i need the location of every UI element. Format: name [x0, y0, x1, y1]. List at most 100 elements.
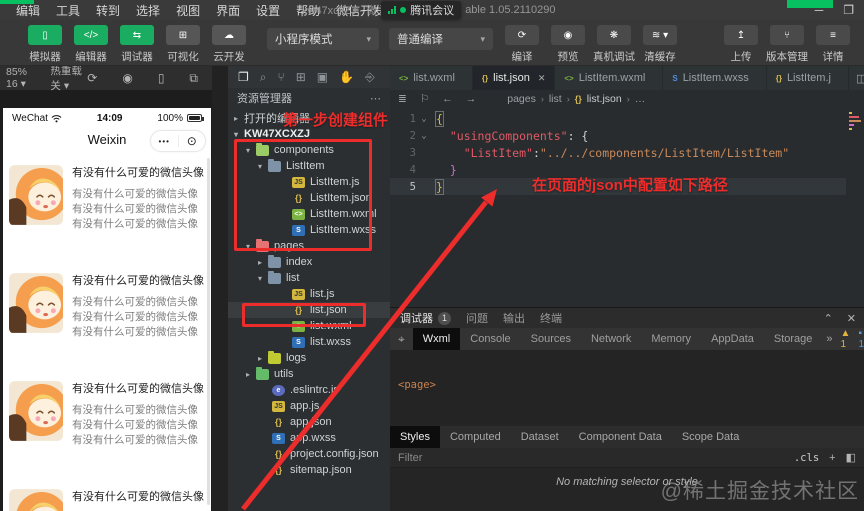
record-icon[interactable]: ◉: [122, 71, 132, 86]
tree-file-listitem-wxml[interactable]: <> ListItem.wxml: [228, 206, 390, 222]
tree-folder-list[interactable]: ▾ list: [228, 270, 390, 286]
styles-tab-scope-data[interactable]: Scope Data: [672, 426, 749, 448]
panel-tab[interactable]: 输出: [503, 310, 525, 326]
preview-button[interactable]: ◉ 预览: [545, 25, 591, 64]
scrollbar[interactable]: [207, 158, 210, 505]
tree-file-list-wxml[interactable]: <> list.wxml: [228, 318, 390, 334]
menu-item[interactable]: 设置: [248, 4, 288, 18]
list-item[interactable]: 有没有什么可爱的微信头像 有没有什么可爱的微信头像有没有什么可爱的微信头像有没有…: [3, 156, 211, 264]
collapse-icon[interactable]: ⌃: [824, 312, 833, 325]
hot-reload-toggle[interactable]: 热重载 关 ▾: [50, 63, 87, 93]
tab-debugger[interactable]: 调试器 1: [400, 310, 451, 326]
menu-item[interactable]: 转到: [88, 4, 128, 18]
meeting-overlay[interactable]: 腾讯会议: [381, 1, 462, 19]
tree-file-project-config[interactable]: {} project.config.json: [228, 446, 390, 462]
bookmark-icon[interactable]: ⚐: [420, 93, 429, 105]
files-icon[interactable]: ❐: [238, 70, 249, 85]
clear-cache-button[interactable]: ≋ ▾ 清缓存: [637, 25, 683, 64]
tab-list-wxml[interactable]: <> list.wxml: [390, 66, 473, 90]
close-icon[interactable]: ✕: [847, 312, 856, 325]
tree-file-listitem-js[interactable]: JS ListItem.js: [228, 174, 390, 190]
wxml-node[interactable]: <page>: [398, 379, 864, 392]
cloud-dev-button[interactable]: ☁ 云开发: [206, 25, 252, 64]
forward-icon[interactable]: →: [466, 93, 477, 105]
tree-file-listitem-wxss[interactable]: S ListItem.wxss: [228, 222, 390, 238]
styles-tab-component-data[interactable]: Component Data: [569, 426, 672, 448]
exit-button[interactable]: ⊙: [179, 134, 206, 148]
back-icon[interactable]: ←: [442, 93, 453, 105]
compile-button[interactable]: ⟳ 编译: [499, 25, 545, 64]
editor-button[interactable]: </> 编辑器: [68, 25, 114, 64]
tab-listitem-wxss[interactable]: S ListItem.wxss: [663, 66, 767, 90]
multi-window-icon[interactable]: ⧉: [189, 71, 198, 86]
more-button[interactable]: •••: [151, 137, 178, 146]
warning-badge[interactable]: ▲ 1: [841, 328, 851, 350]
tree-file-sitemap[interactable]: {} sitemap.json: [228, 462, 390, 478]
extensions-icon[interactable]: ⊞: [296, 70, 306, 85]
styles-tab-dataset[interactable]: Dataset: [511, 426, 569, 448]
tree-folder-index[interactable]: ▸ index: [228, 254, 390, 270]
close-icon[interactable]: ✕: [538, 73, 546, 84]
code-area[interactable]: 1 ⌄ { 2 ⌄ "usingComponents": { 3 "ListItem…: [390, 110, 846, 195]
devtools-tab-storage[interactable]: Storage: [764, 328, 823, 350]
plugin-icon[interactable]: ⎆: [365, 70, 375, 85]
maximize-button[interactable]: ❐: [843, 3, 854, 17]
list-item[interactable]: 有没有什么可爱的微信头像 有没有什么可爱的微信头像有没有什么可爱的微信头像有没有…: [3, 264, 211, 372]
device-icon[interactable]: ▯: [158, 71, 165, 86]
hand-icon[interactable]: ✋: [339, 70, 354, 85]
menu-item[interactable]: 界面: [208, 4, 248, 18]
menu-item[interactable]: 编辑: [8, 4, 48, 18]
sidebar-toggle-icon[interactable]: ◧: [846, 451, 856, 464]
visualization-button[interactable]: ⊞ 可视化: [160, 25, 206, 64]
tree-folder-components[interactable]: ▾ components: [228, 142, 390, 158]
tree-open-editors[interactable]: ▸ 打开的编辑器: [228, 110, 390, 126]
split-editor-icon[interactable]: ◫: [856, 72, 864, 85]
details-button[interactable]: ≡ 详情: [810, 25, 856, 64]
tree-folder-logs[interactable]: ▸ logs: [228, 350, 390, 366]
zoom-level[interactable]: 85% 16 ▾: [6, 66, 36, 90]
tab-listitem-wxml[interactable]: <> ListItem.wxml: [555, 66, 664, 90]
panel-tab[interactable]: 问题: [466, 310, 488, 326]
devtools-tab-sources[interactable]: Sources: [521, 328, 581, 350]
simulator-button[interactable]: ▯ 模拟器: [22, 25, 68, 64]
overflow-tabs-icon[interactable]: »: [826, 333, 832, 345]
menu-item[interactable]: 选择: [128, 4, 168, 18]
list-item[interactable]: 有没有什么可爱的微信头像 有没有什么可爱的微信头像有没有什么可爱的微信头像有没有…: [3, 372, 211, 480]
mode-dropdown[interactable]: 小程序模式 ▾: [267, 28, 379, 50]
devtools-tab-network[interactable]: Network: [581, 328, 641, 350]
tree-file-app-wxss[interactable]: S app.wxss: [228, 430, 390, 446]
devtools-tab-console[interactable]: Console: [460, 328, 520, 350]
search-icon[interactable]: ⌕: [260, 70, 267, 85]
list-item[interactable]: 有没有什么可爱的微信头像 有没有什么可爱的微信头像有没有什么可爱的微信头像有没有…: [3, 480, 211, 511]
upload-button[interactable]: ↥ 上传: [718, 25, 764, 64]
tree-file-app-js[interactable]: JS app.js: [228, 398, 390, 414]
tree-folder-listitem[interactable]: ▾ ListItem: [228, 158, 390, 174]
more-actions-icon[interactable]: ⋯: [370, 92, 381, 105]
refresh-icon[interactable]: ⟳: [87, 71, 97, 86]
tree-file-list-wxss[interactable]: S list.wxss: [228, 334, 390, 350]
devtools-tab-appdata[interactable]: AppData: [701, 328, 764, 350]
outline-icon[interactable]: ≣: [398, 93, 407, 105]
git-branch-icon[interactable]: ⑂: [278, 70, 285, 85]
tree-folder-pages[interactable]: ▾ pages: [228, 238, 390, 254]
info-badge[interactable]: ▪ 1: [858, 328, 864, 350]
debugger-button[interactable]: ⇆ 调试器: [114, 25, 160, 64]
tree-file-eslintrc[interactable]: e .eslintrc.js: [228, 382, 390, 398]
tree-folder-utils[interactable]: ▸ utils: [228, 366, 390, 382]
tree-file-list-json[interactable]: {} list.json: [228, 302, 390, 318]
styles-tab-styles[interactable]: Styles: [390, 426, 440, 448]
wxml-inspector[interactable]: <page> ▶<listitem is="components/ListIte…: [390, 350, 864, 424]
devtools-tab-memory[interactable]: Memory: [641, 328, 701, 350]
toggle-class-button[interactable]: .cls: [794, 452, 819, 464]
compile-dropdown[interactable]: 普通编译 ▾: [389, 28, 493, 50]
media-icon[interactable]: ▣: [317, 70, 328, 85]
panel-tab[interactable]: 终端: [540, 310, 562, 326]
menu-item[interactable]: 工具: [48, 4, 88, 18]
tree-file-app-json[interactable]: {} app.json: [228, 414, 390, 430]
devtools-tab-wxml[interactable]: Wxml: [412, 328, 461, 350]
add-style-icon[interactable]: +: [829, 452, 835, 464]
tree-project-root[interactable]: ▾ KW47XCXZJ: [228, 126, 390, 142]
tree-file-listitem-json[interactable]: {} ListItem.json: [228, 190, 390, 206]
tab-listitem-js[interactable]: {} ListItem.j: [767, 66, 849, 90]
inspect-element-icon[interactable]: ⌖: [390, 332, 413, 347]
